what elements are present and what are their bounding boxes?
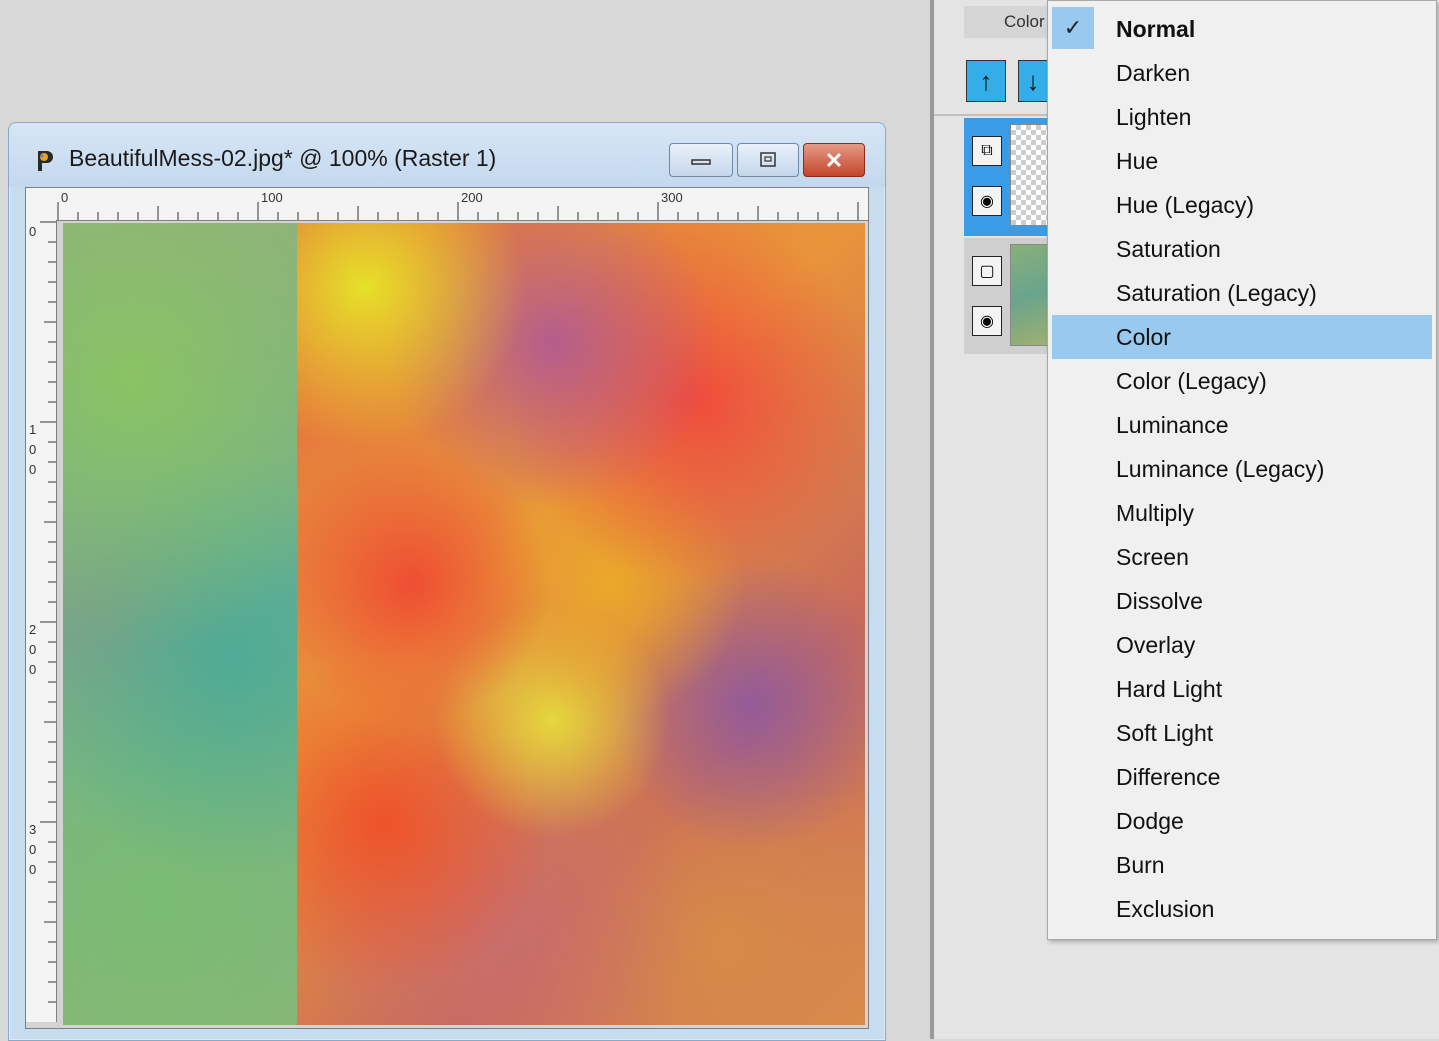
move-layer-up-button[interactable]: ↑ [966, 60, 1006, 102]
maximize-icon [760, 152, 776, 167]
menu-item-dodge[interactable]: Dodge [1052, 799, 1432, 843]
move-layer-down-button[interactable]: ↓ [1018, 60, 1047, 102]
close-icon [826, 152, 842, 168]
svg-text:0: 0 [29, 842, 36, 857]
layer-row-background[interactable]: ▢ ◉ [964, 238, 1054, 354]
blend-mode-menu: ✓ Normal Darken Lighten Hue Hue (Legacy)… [1047, 0, 1437, 940]
paintshop-app-icon [38, 151, 53, 171]
menu-item-saturation[interactable]: Saturation [1052, 227, 1432, 271]
document-content: 0 100 200 300 0 100 200 300 [25, 187, 869, 1029]
layer-row-raster-1[interactable]: ⧉ ◉ [964, 118, 1054, 236]
menu-item-overlay[interactable]: Overlay [1052, 623, 1432, 667]
svg-text:0: 0 [29, 462, 36, 477]
svg-text:3: 3 [29, 822, 36, 837]
canvas-original-region [297, 223, 865, 1025]
menu-item-color-legacy[interactable]: Color (Legacy) [1052, 359, 1432, 403]
title-bar[interactable]: BeautifulMess-02.jpg* @ 100% (Raster 1) [9, 123, 885, 187]
menu-item-hard-light[interactable]: Hard Light [1052, 667, 1432, 711]
menu-item-multiply[interactable]: Multiply [1052, 491, 1432, 535]
document-window: BeautifulMess-02.jpg* @ 100% (Raster 1) [8, 122, 886, 1041]
horizontal-ruler: 0 100 200 300 [56, 188, 868, 221]
menu-item-exclusion[interactable]: Exclusion [1052, 887, 1432, 931]
close-button[interactable] [803, 143, 865, 177]
blend-mode-dropdown[interactable]: Color [964, 6, 1048, 38]
layer-thumbnail-transparent [1010, 124, 1052, 226]
arrow-up-icon: ↑ [979, 65, 993, 96]
ruler-label-0: 0 [61, 190, 68, 205]
layer-group-icon[interactable]: ⧉ [972, 136, 1002, 166]
menu-item-saturation-legacy[interactable]: Saturation (Legacy) [1052, 271, 1432, 315]
svg-text:0: 0 [29, 442, 36, 457]
arrow-down-icon: ↓ [1026, 65, 1040, 96]
canvas-color-blended-region [63, 223, 297, 1025]
vruler-label-0: 0 [29, 224, 36, 239]
minimize-icon [691, 159, 711, 165]
svg-text:0: 0 [29, 642, 36, 657]
panel-separator [934, 114, 1054, 116]
svg-text:2: 2 [29, 622, 36, 637]
menu-item-lighten[interactable]: Lighten [1052, 95, 1432, 139]
visibility-eye-icon[interactable]: ◉ [972, 306, 1002, 336]
vertical-ruler: 0 1 0 0 2 0 0 3 0 0 [26, 220, 57, 1022]
visibility-eye-icon[interactable]: ◉ [972, 186, 1002, 216]
document-title: BeautifulMess-02.jpg* @ 100% (Raster 1) [69, 145, 497, 171]
ruler-label-200: 200 [461, 190, 483, 205]
ruler-corner [26, 188, 57, 221]
layer-thumbnail-image [1010, 244, 1052, 346]
svg-text:1: 1 [29, 422, 36, 437]
menu-item-dissolve[interactable]: Dissolve [1052, 579, 1432, 623]
svg-text:0: 0 [29, 862, 36, 877]
menu-item-luminance-legacy[interactable]: Luminance (Legacy) [1052, 447, 1432, 491]
maximize-button[interactable] [737, 143, 799, 177]
menu-item-luminance[interactable]: Luminance [1052, 403, 1432, 447]
menu-item-hue[interactable]: Hue [1052, 139, 1432, 183]
layer-page-icon[interactable]: ▢ [972, 256, 1002, 286]
menu-item-darken[interactable]: Darken [1052, 51, 1432, 95]
image-canvas[interactable] [63, 223, 865, 1025]
menu-item-hue-legacy[interactable]: Hue (Legacy) [1052, 183, 1432, 227]
ruler-label-300: 300 [661, 190, 683, 205]
menu-item-soft-light[interactable]: Soft Light [1052, 711, 1432, 755]
minimize-button[interactable] [669, 143, 733, 177]
ruler-label-100: 100 [261, 190, 283, 205]
svg-text:0: 0 [29, 662, 36, 677]
menu-item-normal[interactable]: Normal [1052, 7, 1432, 51]
menu-item-screen[interactable]: Screen [1052, 535, 1432, 579]
menu-item-color[interactable]: Color [1052, 315, 1432, 359]
menu-item-difference[interactable]: Difference [1052, 755, 1432, 799]
menu-item-burn[interactable]: Burn [1052, 843, 1432, 887]
